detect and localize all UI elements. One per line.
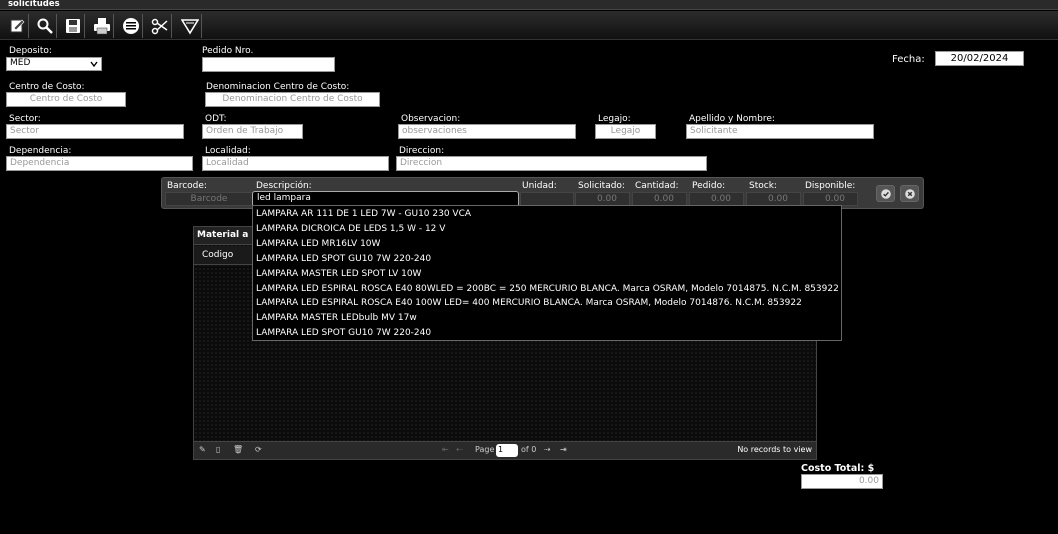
list-button[interactable] (119, 14, 143, 38)
odt-input[interactable]: Orden de Trabajo (202, 124, 303, 139)
dependencia-label: Dependencia: (9, 146, 72, 156)
legajo-input[interactable]: Legajo (595, 124, 656, 139)
cut-icon (151, 18, 168, 35)
fecha-label: Fecha: (892, 54, 925, 65)
page-input[interactable]: 1 (496, 444, 518, 457)
odt-label: ODT: (205, 114, 227, 124)
autocomplete-option[interactable]: LAMPARA LED ESPIRAL ROSCA E40 80WLED = 2… (256, 284, 839, 294)
window-titlebar: solicitudes (0, 0, 1058, 10)
filter-button[interactable] (178, 14, 202, 38)
search-button[interactable] (33, 14, 57, 38)
pedido-label: Pedido Nro. (202, 46, 254, 56)
stock-input[interactable]: 0.00 (746, 192, 801, 206)
direccion-label: Direccion: (399, 146, 445, 156)
apellido-label: Apellido y Nombre: (689, 114, 775, 124)
apellido-input[interactable]: Solicitante (686, 124, 874, 139)
cancel-item-button[interactable] (900, 185, 919, 202)
denominacion-input[interactable]: Denominacion Centro de Costo (205, 92, 380, 107)
legajo-label: Legajo: (598, 114, 631, 124)
first-page-icon[interactable]: ⇤ (442, 445, 449, 454)
autocomplete-option[interactable]: LAMPARA LED MR16LV 10W (256, 239, 380, 249)
page-of-label: of 0 (521, 445, 537, 454)
localidad-label: Localidad: (205, 146, 251, 156)
records-info: No records to view (737, 445, 812, 454)
last-page-icon[interactable]: ⇥ (560, 445, 567, 454)
pedido-input[interactable] (202, 57, 335, 72)
edit-button[interactable] (5, 14, 29, 38)
list-icon (122, 18, 139, 34)
fecha-input[interactable]: 20/02/2024 (935, 51, 1024, 66)
stock-label: Stock: (749, 181, 777, 191)
direccion-input[interactable]: Direccion (396, 156, 707, 171)
print-button[interactable] (90, 14, 114, 38)
descripcion-label: Descripción: (256, 181, 312, 191)
autocomplete-option[interactable]: LAMPARA AR 111 DE 1 LED 7W - GU10 230 VC… (256, 209, 471, 219)
edit-icon (10, 19, 24, 33)
save-icon (65, 19, 80, 33)
barcode-label: Barcode: (167, 181, 207, 191)
total-label: Costo Total: $ (801, 463, 875, 474)
page-label: Page (475, 445, 495, 454)
chevron-down-icon (90, 60, 98, 71)
barcode-input[interactable]: Barcode (165, 192, 253, 206)
next-page-icon[interactable]: ⇢ (544, 445, 551, 454)
grid-caption-text: Material a D (197, 230, 259, 240)
cantidad-input[interactable]: 0.00 (632, 192, 687, 206)
deposito-label: Deposito: (9, 46, 52, 56)
autocomplete-option[interactable]: LAMPARA LED SPOT GU10 7W 220-240 (256, 254, 431, 264)
disponible-input[interactable]: 0.00 (803, 192, 858, 206)
edit-row-icon[interactable]: ✎ (199, 445, 206, 454)
localidad-input[interactable]: Localidad (202, 156, 389, 171)
total-value: 0.00 (801, 474, 883, 489)
grid-pager: ✎ ▯ 🗑 ⟳ ⇤ ⇠ Page 1 of 0 ⇢ ⇥ No records t… (194, 441, 816, 459)
autocomplete-option[interactable]: LAMPARA MASTER LEDbulb MV 17w (256, 313, 417, 323)
confirm-item-button[interactable] (876, 185, 895, 202)
observacion-input[interactable]: observaciones (398, 124, 576, 139)
autocomplete-option[interactable]: LAMPARA MASTER LED SPOT LV 10W (256, 269, 421, 279)
autocomplete-dropdown: LAMPARA AR 111 DE 1 LED 7W - GU10 230 VC… (252, 205, 842, 341)
toolbar (0, 11, 1058, 40)
sector-input[interactable]: Sector (6, 124, 184, 139)
autocomplete-option[interactable]: LAMPARA LED SPOT GU10 7W 220-240 (256, 328, 431, 338)
dependencia-input[interactable]: Dependencia (6, 156, 193, 171)
refresh-icon[interactable]: ⟳ (255, 445, 262, 454)
observacion-label: Observacion: (401, 114, 461, 124)
deposito-select[interactable]: MED (6, 57, 102, 71)
autocomplete-option[interactable]: LAMPARA LED ESPIRAL ROSCA E40 100W LED= … (256, 298, 802, 308)
delete-row-icon[interactable]: 🗑 (233, 445, 243, 454)
denominacion-label: Denominacion Centro de Costo: (206, 82, 350, 92)
disponible-label: Disponible: (805, 181, 856, 191)
check-icon (880, 188, 891, 199)
pedido-item-label: Pedido: (692, 181, 726, 191)
prev-page-icon[interactable]: ⇠ (456, 445, 463, 454)
unidad-input[interactable] (520, 192, 574, 206)
window-title: solicitudes (8, 0, 60, 9)
solicitado-label: Solicitado: (578, 181, 625, 191)
centro-costo-input[interactable]: Centro de Costo (6, 92, 126, 107)
add-row-icon[interactable]: ▯ (216, 445, 220, 454)
centro-costo-label: Centro de Costo: (9, 82, 85, 92)
column-header-codigo[interactable]: Codigo (202, 250, 233, 260)
solicitado-input[interactable]: 0.00 (575, 192, 630, 206)
pedido-item-input[interactable]: 0.00 (689, 192, 744, 206)
print-icon (93, 18, 110, 35)
close-icon (904, 188, 915, 199)
save-button[interactable] (61, 14, 85, 38)
deposito-value: MED (10, 58, 31, 68)
filter-icon (180, 19, 199, 35)
cut-button[interactable] (148, 14, 172, 38)
cantidad-label: Cantidad: (635, 181, 679, 191)
autocomplete-option[interactable]: LAMPARA DICROICA DE LEDS 1,5 W - 12 V (256, 224, 445, 234)
sector-label: Sector: (9, 114, 41, 124)
unidad-label: Unidad: (522, 181, 557, 191)
search-icon (37, 18, 53, 34)
